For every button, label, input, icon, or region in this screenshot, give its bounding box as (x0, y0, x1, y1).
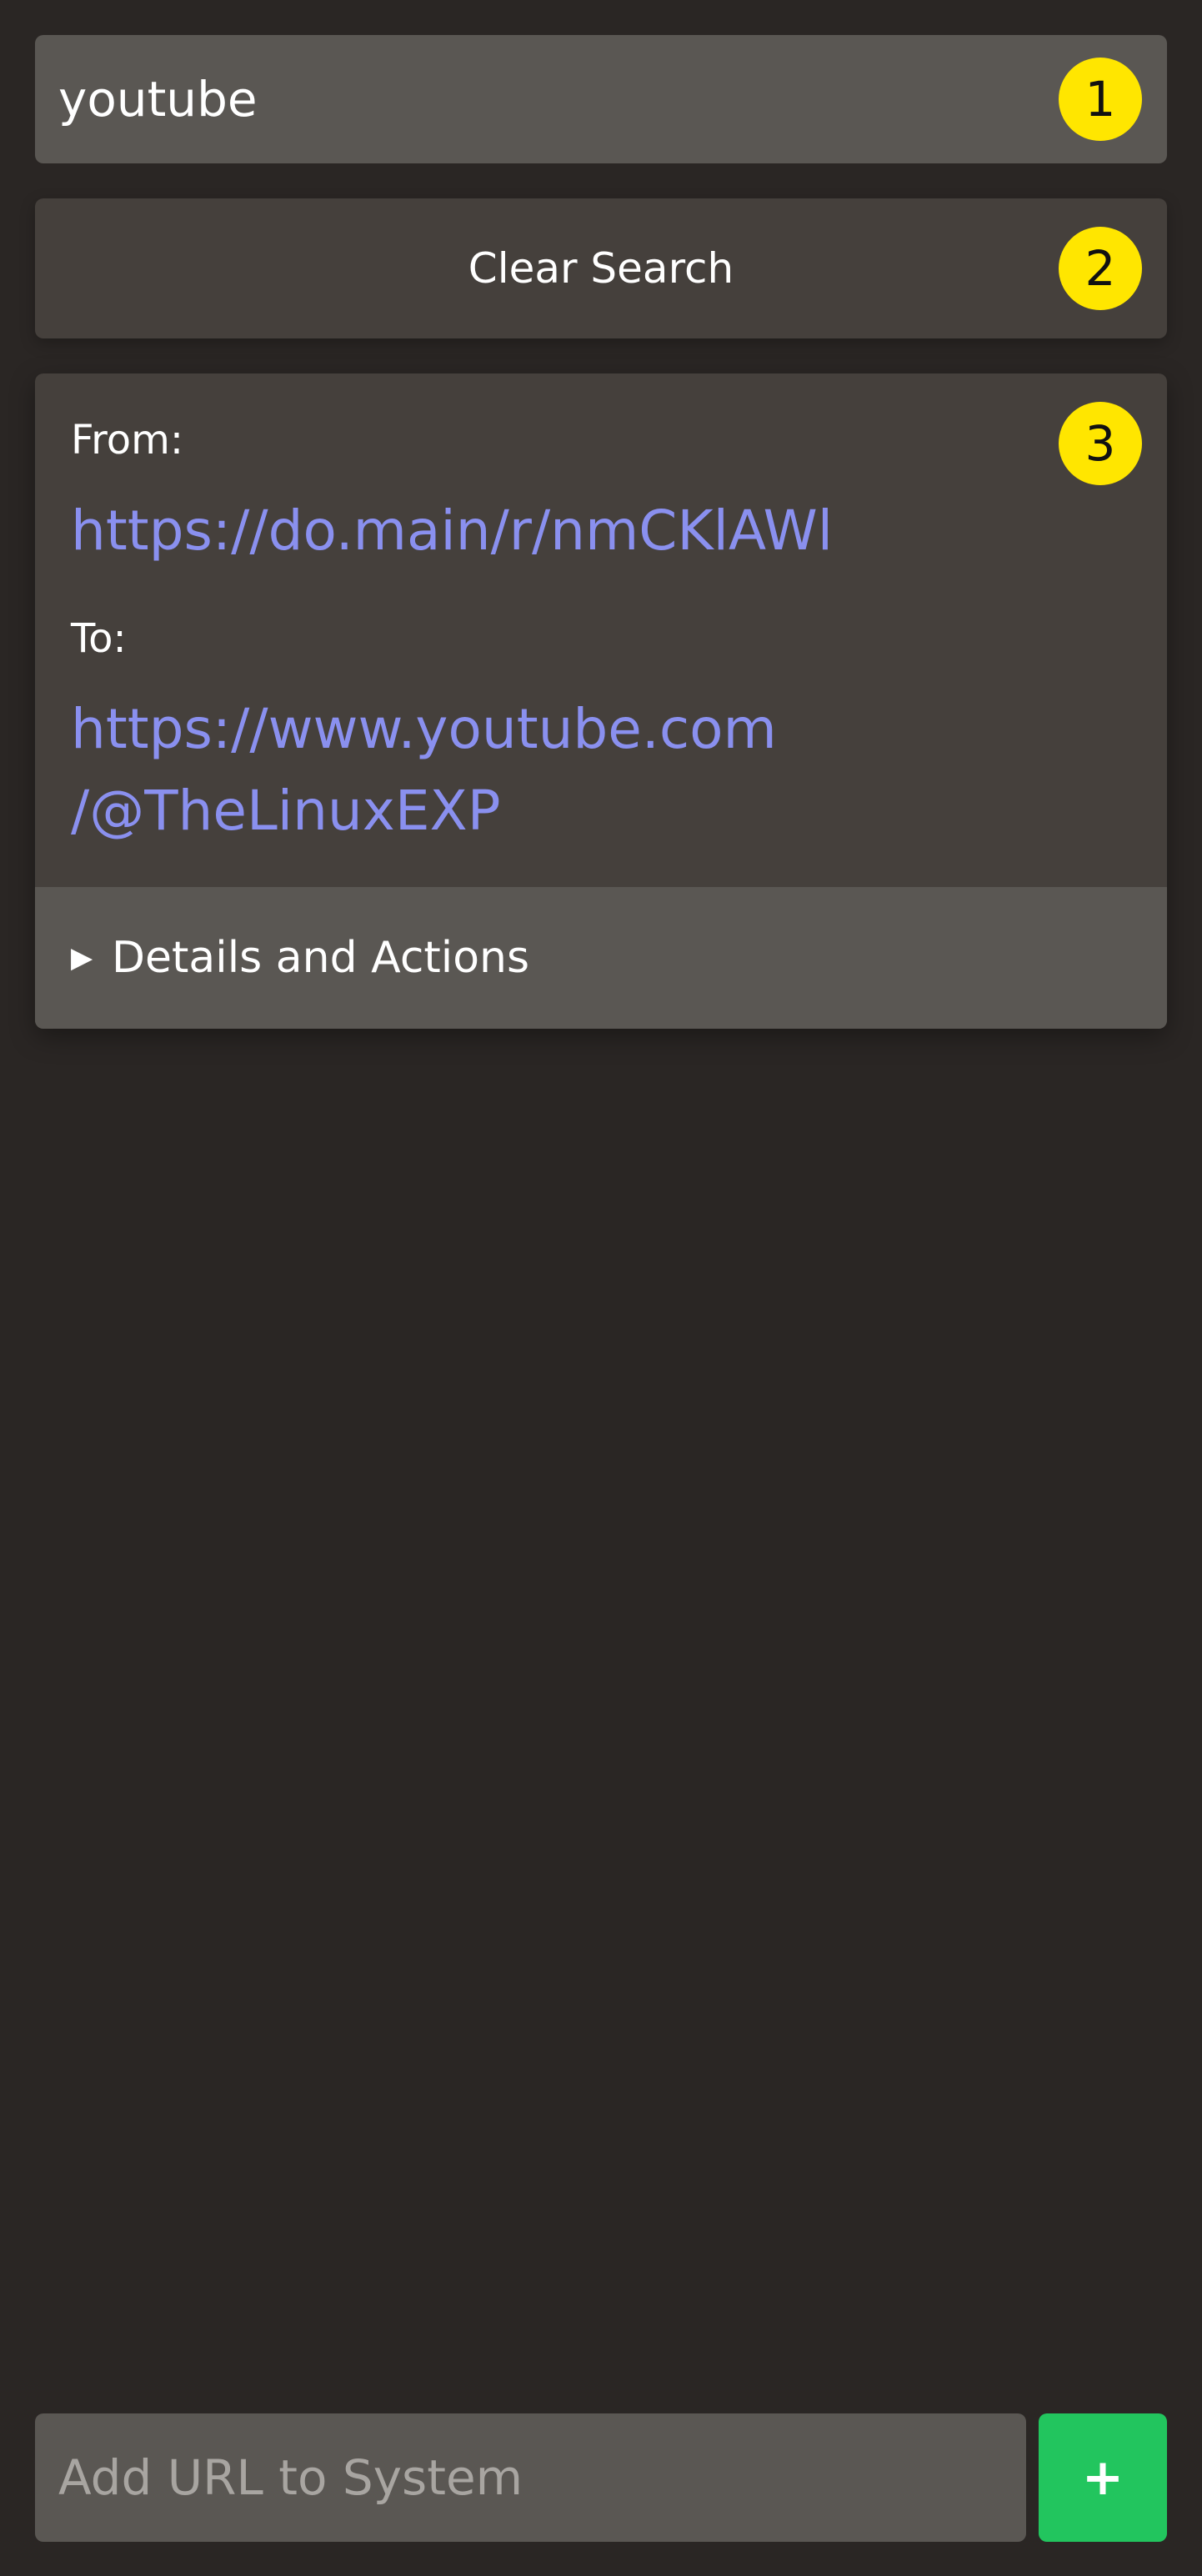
clear-search-button[interactable]: Clear Search 2 (35, 198, 1167, 338)
hint-badge-3: 3 (1059, 402, 1142, 485)
search-input-value[interactable]: youtube (58, 35, 258, 163)
add-url-input[interactable] (35, 2413, 1026, 2542)
from-url-link[interactable]: https://do.main/r/nmCKlAWl (71, 490, 833, 572)
details-and-actions-label: Details and Actions (112, 933, 530, 983)
to-url-link[interactable]: https://www.youtube.com /@TheLinuxEXP (71, 689, 777, 852)
to-label: To: (71, 615, 127, 662)
to-url-line-1[interactable]: https://www.youtube.com (71, 689, 777, 770)
to-url-line-2[interactable]: /@TheLinuxEXP (71, 770, 777, 852)
from-label: From: (71, 417, 184, 464)
details-and-actions-toggle[interactable]: ▶ Details and Actions (35, 887, 1167, 1029)
redirect-card: 3 From: https://do.main/r/nmCKlAWl To: h… (35, 373, 1167, 1029)
add-url-button[interactable]: + (1039, 2413, 1167, 2542)
hint-badge-1: 1 (1059, 58, 1142, 141)
clear-search-label: Clear Search (468, 244, 734, 293)
search-box[interactable]: youtube 1 (35, 35, 1167, 163)
hint-badge-2: 2 (1059, 227, 1142, 310)
disclosure-triangle-icon: ▶ (71, 941, 93, 975)
